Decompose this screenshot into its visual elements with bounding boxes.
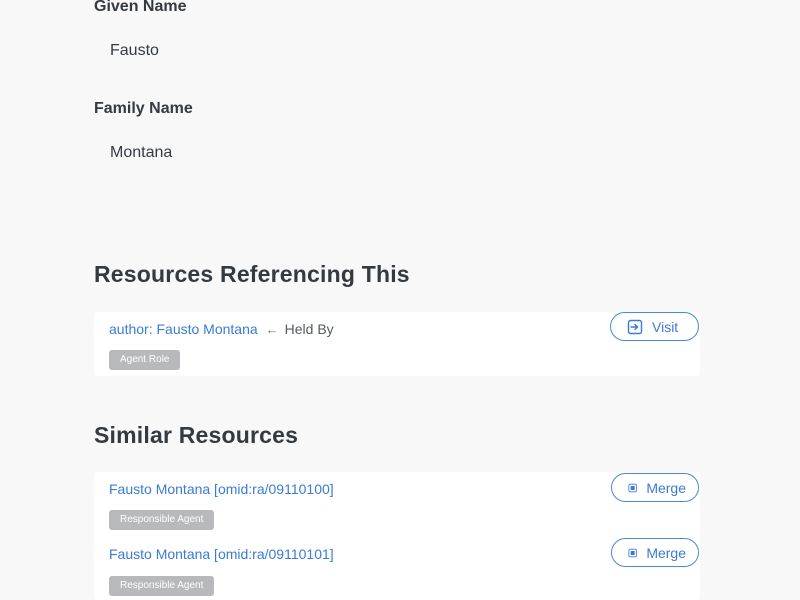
resource-page: Given Name Fausto Family Name Montana Re… [0,0,800,600]
badge-row: Agent Role [109,350,700,370]
visit-button-label: Visit [652,318,679,335]
merge-button-label: Merge [646,479,686,496]
referencing-section-title: Resources Referencing This [94,261,410,287]
badge-row: Responsible Agent [109,510,700,530]
merge-button[interactable]: Merge [611,538,699,567]
similar-resource-link[interactable]: Fausto Montana [omid:ra/09110100] [109,481,334,497]
merge-icon [628,548,637,557]
relation-label: Held By [284,321,334,337]
given-name-value: Fausto [110,42,159,59]
enter-icon [627,319,643,334]
badge-row: Responsible Agent [109,576,700,596]
similar-card: Fausto Montana [omid:ra/09110100] Respon… [94,472,700,600]
visit-button[interactable]: Visit [610,312,699,341]
given-name-label: Given Name [94,0,187,15]
type-badge: Responsible Agent [109,576,215,596]
similar-section-title: Similar Resources [94,422,299,448]
merge-button[interactable]: Merge [611,473,699,502]
merge-button-label: Merge [646,544,686,561]
similar-resource-link[interactable]: Fausto Montana [omid:ra/09110101] [109,546,334,562]
family-name-value: Montana [110,144,173,161]
referencing-card: author: Fausto Montana ← Held By Agent Rol… [94,312,700,376]
type-badge: Agent Role [109,350,181,370]
arrow-left-icon: ← [265,322,279,337]
family-name-label: Family Name [94,100,193,117]
type-badge: Responsible Agent [109,510,215,530]
referencing-resource-link[interactable]: author: Fausto Montana [109,321,258,337]
merge-icon [628,483,637,492]
